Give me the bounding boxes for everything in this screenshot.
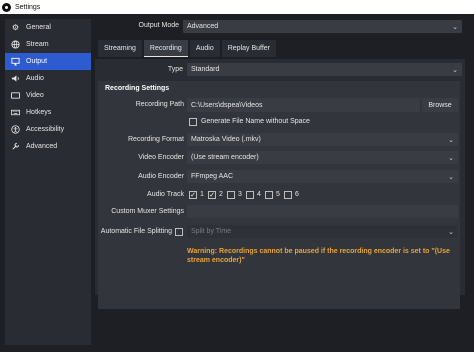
globe-icon	[11, 40, 20, 49]
sidebar-item-label: Audio	[26, 75, 44, 82]
tab-audio[interactable]: Audio	[189, 40, 220, 57]
sidebar-item-stream[interactable]: Stream	[5, 36, 91, 53]
speaker-icon	[11, 74, 20, 83]
monitor-icon	[11, 57, 20, 66]
recording-path-input[interactable]: C:\Users\dspea\Videos	[187, 98, 420, 112]
file-splitting-label: Automatic File Splitting	[100, 228, 172, 235]
sidebar-item-label: Stream	[26, 41, 49, 48]
sidebar-item-label: Hotkeys	[26, 109, 52, 116]
sidebar-item-label: Output	[26, 58, 48, 65]
audio-track-1-label: 1	[200, 191, 204, 198]
sidebar-item-video[interactable]: Video	[5, 87, 91, 104]
recording-format-select[interactable]: Matroska Video (.mkv) ⌄	[187, 133, 458, 146]
no-space-checkbox[interactable]	[189, 118, 197, 126]
muxer-settings-label: Custom Muxer Settings	[111, 208, 184, 215]
audio-track-2-checkbox[interactable]: ✓	[208, 191, 216, 199]
browse-button[interactable]: Browse	[422, 98, 458, 112]
wrench-icon	[11, 142, 20, 151]
sidebar-item-advanced[interactable]: Advanced	[5, 138, 91, 155]
audio-track-6-checkbox[interactable]	[284, 191, 292, 199]
recording-settings-title: Recording Settings	[105, 85, 170, 92]
chevron-down-icon: ⌄	[452, 66, 458, 74]
audio-track-6-label: 6	[295, 191, 299, 198]
sidebar-item-label: Advanced	[26, 143, 58, 150]
type-label: Type	[167, 66, 183, 73]
chevron-down-icon: ⌄	[448, 136, 454, 144]
audio-track-2-label: 2	[219, 191, 223, 198]
sidebar-item-accessibility[interactable]: Accessibility	[5, 121, 91, 138]
no-space-label: Generate File Name without Space	[201, 118, 310, 125]
settings-content: Output Mode Advanced ⌄ Streaming Recordi…	[95, 19, 469, 352]
accessibility-icon	[11, 125, 20, 134]
settings-sidebar: ⚙ General Stream Output Audio Video Hotk…	[5, 19, 91, 345]
recording-settings-group: Recording Settings Recording Path C:\Use…	[98, 81, 460, 309]
video-encoder-value: (Use stream encoder)	[191, 154, 259, 161]
recording-path-label: Recording Path	[135, 101, 184, 108]
chevron-down-icon: ⌄	[448, 173, 454, 181]
audio-track-3-label: 3	[238, 191, 242, 198]
tab-replay-buffer[interactable]: Replay Buffer	[221, 40, 277, 57]
audio-track-4-label: 4	[257, 191, 261, 198]
tab-streaming[interactable]: Streaming	[98, 40, 142, 57]
audio-encoder-label: Audio Encoder	[138, 173, 184, 180]
audio-encoder-select[interactable]: FFmpeg AAC ⌄	[187, 170, 458, 183]
output-mode-value: Advanced	[187, 23, 219, 30]
output-mode-label: Output Mode	[138, 22, 179, 29]
chevron-down-icon: ⌄	[448, 228, 454, 236]
audio-track-5-label: 5	[276, 191, 280, 198]
audio-track-1-checkbox[interactable]: ✓	[189, 191, 197, 199]
sidebar-item-label: Video	[26, 92, 44, 99]
recording-path-value: C:\Users\dspea\Videos	[191, 101, 263, 109]
audio-track-5-checkbox[interactable]	[265, 191, 273, 199]
recording-format-value: Matroska Video (.mkv)	[191, 136, 261, 143]
sidebar-item-label: General	[26, 24, 51, 31]
sidebar-item-label: Accessibility	[26, 126, 65, 133]
audio-track-4-checkbox[interactable]	[246, 191, 254, 199]
keyboard-icon	[11, 108, 20, 117]
type-select[interactable]: Standard ⌄	[187, 63, 462, 76]
sidebar-item-output[interactable]: Output	[5, 53, 91, 70]
video-icon	[11, 91, 20, 100]
file-splitting-value: Split by Time	[191, 228, 232, 235]
sidebar-item-general[interactable]: ⚙ General	[5, 19, 91, 36]
sidebar-item-hotkeys[interactable]: Hotkeys	[5, 104, 91, 121]
audio-track-label: Audio Track	[147, 191, 184, 198]
output-tabs: Streaming Recording Audio Replay Buffer	[98, 40, 278, 57]
gear-icon: ⚙	[11, 22, 20, 32]
type-value: Standard	[191, 66, 220, 73]
file-splitting-select[interactable]: Split by Time ⌄	[187, 225, 458, 238]
title-bar: Settings	[0, 0, 474, 14]
file-splitting-checkbox[interactable]	[175, 228, 183, 236]
recording-format-label: Recording Format	[127, 136, 184, 143]
audio-track-3-checkbox[interactable]	[227, 191, 235, 199]
chevron-down-icon: ⌄	[452, 23, 458, 31]
video-encoder-select[interactable]: (Use stream encoder) ⌄	[187, 151, 458, 164]
chevron-down-icon: ⌄	[448, 154, 454, 162]
muxer-settings-input[interactable]	[187, 205, 458, 218]
window-title: Settings	[15, 3, 41, 11]
video-encoder-label: Video Encoder	[138, 154, 184, 161]
pause-warning-text: Warning: Recordings cannot be paused if …	[187, 248, 450, 264]
audio-encoder-value: FFmpeg AAC	[191, 173, 234, 180]
obs-logo-icon	[2, 2, 11, 12]
sidebar-item-audio[interactable]: Audio	[5, 70, 91, 87]
output-mode-select[interactable]: Advanced ⌄	[183, 20, 462, 33]
tab-recording[interactable]: Recording	[143, 40, 188, 57]
